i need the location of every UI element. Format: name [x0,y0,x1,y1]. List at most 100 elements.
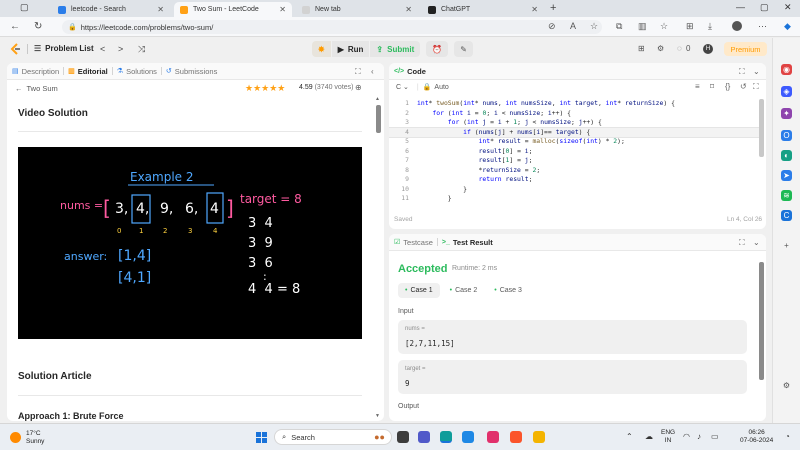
close-icon[interactable]: ✕ [279,5,286,14]
expand-icon[interactable]: ⛶ [739,67,745,77]
browser-tab-newtab[interactable]: New tab ✕ [296,2,418,17]
profile-icon[interactable] [732,21,742,31]
case-tab-1[interactable]: • Case 1 [398,283,440,298]
maximize-icon[interactable]: ▢ [760,2,769,13]
sidebar-app-icon[interactable]: ✦ [781,108,792,119]
favorite-star-icon[interactable]: ☆ [590,21,598,32]
close-icon[interactable]: ✕ [531,5,538,14]
premium-button[interactable]: Premium [724,42,767,56]
scrollbar-thumb[interactable] [759,262,764,380]
avatar[interactable]: H [703,44,713,54]
windows-start-icon[interactable] [256,432,267,443]
read-aloud-icon[interactable]: A [570,21,576,31]
browser-tab-search[interactable]: leetcode - Search ✕ [52,2,170,17]
case-tab-2[interactable]: • Case 2 [443,283,485,298]
debug-button[interactable]: ✸ [312,41,331,57]
collapse-icon[interactable]: ⌄ [753,67,760,76]
tab-test-result[interactable]: >_ Test Result [442,238,493,247]
auto-label[interactable]: Auto [434,84,448,91]
timer-button[interactable]: ⏰ [426,41,449,57]
bookmark-icon[interactable]: ⌑ [710,82,714,91]
tab-editorial[interactable]: ▥ Editorial [68,67,108,76]
clock[interactable]: 06:26 07-06-2024 [740,429,773,445]
browser-tab-chatgpt[interactable]: ChatGPT ✕ [422,2,544,17]
copilot-icon[interactable]: C [781,210,792,221]
notification-icon[interactable]: ◔ [785,432,790,441]
scroll-up-icon[interactable]: ▲ [375,96,380,102]
split-screen-icon[interactable]: ▥ [638,21,647,32]
language-indicator[interactable]: ENG IN [661,429,675,445]
scrollbar-thumb[interactable] [376,105,381,133]
code-editor[interactable]: 1 int* twoSum(int* nums, int numsSize, in… [389,99,760,205]
favorites-icon[interactable]: ☆ [660,21,668,32]
leetcode-logo-icon[interactable] [10,43,21,55]
instagram-icon[interactable] [487,431,499,443]
spotify-icon[interactable]: ≋ [781,190,792,201]
tab-submissions[interactable]: ↺ Submissions [166,67,217,76]
expand-icon[interactable]: ⛶ [739,238,745,248]
volume-icon[interactable]: ♪ [697,432,701,441]
sidebar-settings-icon[interactable]: ⚙ [781,380,792,391]
run-button[interactable]: ▶ Run [331,41,370,57]
tab-testcase[interactable]: ☑ Testcase [394,238,433,247]
align-icon[interactable]: ≡ [695,82,700,91]
refresh-icon[interactable]: ↻ [34,21,42,32]
tracking-icon[interactable]: ⊘ [548,21,556,32]
edge-icon[interactable] [440,431,452,443]
streak-fire-icon[interactable]: ◌ [677,44,682,53]
add-icon[interactable]: + [781,240,792,251]
sidebar-app-icon[interactable]: ◉ [781,64,792,75]
new-tab-button[interactable]: + [550,2,556,14]
weather-widget[interactable]: 17°C Sunny [10,430,44,445]
problem-list-button[interactable]: ☰ Problem List [34,44,94,53]
outlook-icon[interactable]: O [781,130,792,141]
store-icon[interactable] [462,431,474,443]
sidebar-app-icon[interactable]: ◐ [781,150,792,161]
close-icon[interactable]: ✕ [157,5,164,14]
rating-stars[interactable]: ★★★★★ [245,83,285,94]
layout-icon[interactable]: ⊞ [638,44,645,53]
window-close-icon[interactable]: ✕ [784,2,792,13]
notes-button[interactable]: ✎ [454,41,473,57]
telegram-icon[interactable]: ➤ [781,170,792,181]
collapse-icon[interactable]: ⌄ [753,238,760,247]
share-link-icon[interactable]: ⊕ [355,83,362,92]
back-arrow-icon[interactable]: ← [15,84,23,93]
tab-description[interactable]: ▤ Description [12,67,59,76]
scroll-down-icon[interactable]: ▼ [375,413,380,419]
prev-problem-icon[interactable]: < [100,44,105,54]
brave-icon[interactable] [510,431,522,443]
back-icon[interactable]: ← [10,21,20,32]
shuffle-icon[interactable]: ⤨ [138,44,145,55]
battery-icon[interactable]: ▭ [711,432,719,441]
teams-icon[interactable] [418,431,430,443]
more-menu-icon[interactable]: ⋯ [758,21,767,32]
case-tab-3[interactable]: • Case 3 [487,283,529,298]
close-icon[interactable]: ✕ [405,5,412,14]
tab-actions-icon[interactable]: ▢ [20,2,29,13]
cloud-icon[interactable]: ☁ [645,432,653,441]
video-player[interactable]: Example 2 nums = [ 3, 4, 9, 6, 4 ] 0 1 2… [18,147,362,339]
downloads-icon[interactable]: ⤓ [708,21,712,32]
extension-icon[interactable]: ⧉ [616,21,622,32]
taskbar-search[interactable]: ⌕ Search ●● [274,429,392,445]
wifi-icon[interactable]: ◠ [683,432,690,441]
fullscreen-icon[interactable]: ⛶ [753,82,759,92]
settings-icon[interactable]: ⚙ [657,44,664,53]
tab-code[interactable]: </> Code [394,67,426,76]
tab-solutions[interactable]: ⚗ Solutions [117,67,157,76]
next-problem-icon[interactable]: > [118,44,123,54]
expand-icon[interactable]: ⛶ [355,67,361,77]
format-icon[interactable]: {} [725,82,730,91]
task-view-icon[interactable] [397,431,409,443]
minimize-icon[interactable]: — [736,2,745,12]
sidebar-app-icon[interactable]: ◈ [781,86,792,97]
submit-button[interactable]: ⇪ Submit [370,41,421,57]
file-explorer-icon[interactable] [533,431,545,443]
editor-scrollbar[interactable] [759,99,764,157]
language-select[interactable]: C ⌄ [396,83,409,91]
collapse-icon[interactable]: ‹ [371,67,374,76]
reset-icon[interactable]: ↺ [740,82,747,91]
copilot-icon[interactable]: ◆ [784,21,791,32]
browser-tab-leetcode[interactable]: Two Sum - LeetCode ✕ [174,2,292,17]
